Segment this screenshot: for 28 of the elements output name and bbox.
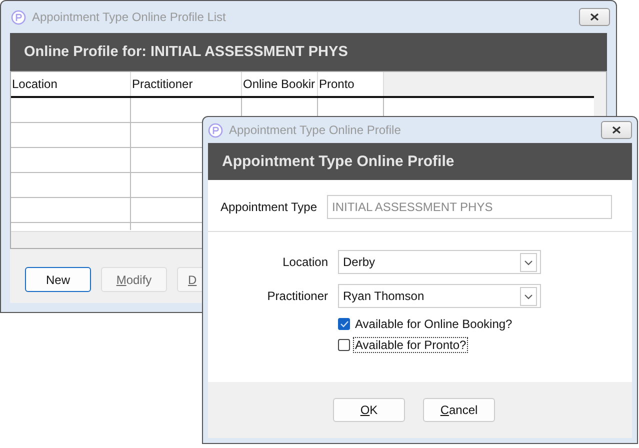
window-title: Appointment Type Online Profile bbox=[229, 123, 402, 137]
dropdown[interactable]: Ryan Thomson bbox=[338, 284, 541, 308]
chevron-down-icon bbox=[520, 286, 537, 306]
column-header[interactable]: Practitioner bbox=[131, 72, 242, 96]
checkbox-label[interactable]: Available for Pronto? bbox=[353, 337, 468, 353]
column-header[interactable]: Location bbox=[11, 72, 131, 96]
action-button[interactable]: New bbox=[25, 267, 91, 292]
field-label: Practitioner bbox=[266, 289, 328, 303]
window-title: Appointment Type Online Profile List bbox=[32, 10, 227, 24]
close-icon bbox=[612, 126, 621, 134]
action-button[interactable]: Modify bbox=[101, 267, 167, 292]
dropdown[interactable]: Derby bbox=[338, 250, 541, 274]
chevron-down-icon bbox=[520, 252, 537, 272]
close-button[interactable] bbox=[579, 8, 610, 26]
checkbox[interactable] bbox=[338, 318, 350, 330]
checkbox[interactable] bbox=[338, 339, 350, 351]
dialog-header: Appointment Type Online Profile bbox=[208, 143, 632, 180]
close-icon bbox=[590, 13, 599, 21]
close-button[interactable] bbox=[601, 121, 632, 139]
page-header: Online Profile for: INITIAL ASSESSMENT PHYS bbox=[10, 33, 607, 71]
action-button[interactable]: Cancel bbox=[423, 398, 495, 422]
checkbox-label[interactable]: Available for Online Booking? bbox=[353, 316, 514, 332]
app-logo-icon bbox=[208, 122, 223, 138]
field-label: Location bbox=[282, 255, 328, 269]
action-button[interactable]: OK bbox=[333, 398, 405, 422]
column-header[interactable]: Online Bookir bbox=[242, 72, 318, 96]
field-label: Appointment Type bbox=[219, 200, 317, 214]
app-logo-icon bbox=[11, 10, 26, 24]
